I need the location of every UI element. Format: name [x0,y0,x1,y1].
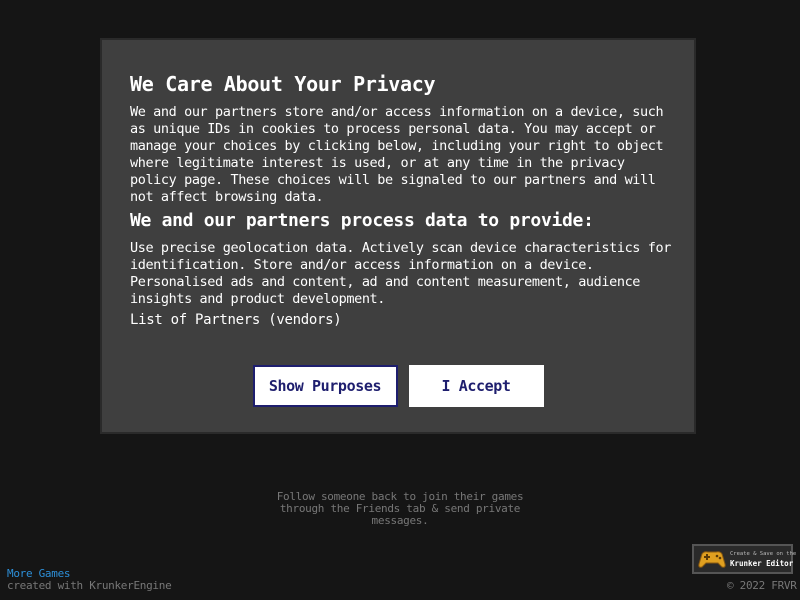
loading-tip-text: Follow someone back to join their games … [276,490,524,527]
editor-badge-text: Create & Save on the Krunker Editor [730,550,796,568]
editor-badge-caption: Create & Save on the [730,551,797,557]
partners-list-link[interactable]: List of Partners (vendors) [130,310,342,330]
footer-left: More Games created with KrunkerEngine [7,568,172,592]
accept-button[interactable]: I Accept [408,365,544,407]
dialog-body-text: We and our partners store and/or access … [130,104,664,205]
krunker-editor-badge[interactable]: Create & Save on the Krunker Editor [692,544,796,574]
editor-badge-title: Krunker Editor [730,559,794,568]
gamepad-icon [698,551,726,568]
privacy-consent-dialog: We Care About Your Privacy We and our pa… [100,38,696,434]
show-purposes-button[interactable]: Show Purposes [252,365,398,407]
engine-credit-text: created with KrunkerEngine [7,579,172,592]
purposes-text: Use precise geolocation data. Actively s… [130,240,671,307]
page: We Care About Your Privacy We and our pa… [0,0,800,600]
dialog-title: We Care About Your Privacy [130,72,436,96]
dialog-subtitle: We and our partners process data to prov… [130,210,594,231]
copyright-text: © 2022 FRVR [727,579,797,592]
dialog-button-row: Show Purposes I Accept [102,365,694,407]
